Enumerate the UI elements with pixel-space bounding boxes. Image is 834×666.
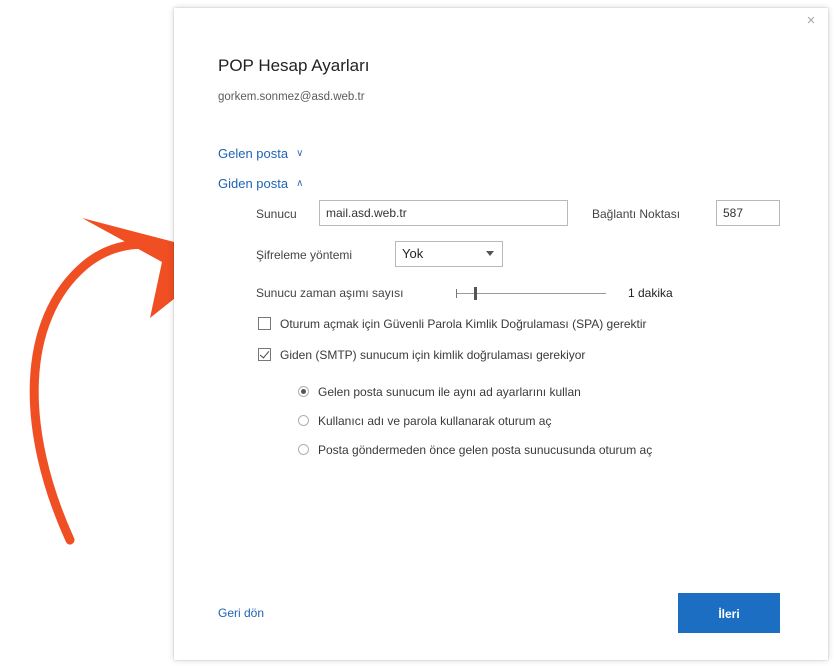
chevron-up-icon: ∧ xyxy=(296,178,304,189)
timeout-value: 1 dakika xyxy=(628,286,673,300)
encryption-selected-value: Yok xyxy=(402,246,424,261)
slider-start-tick xyxy=(456,289,457,298)
page: × POP Hesap Ayarları gorkem.sonmez@asd.w… xyxy=(0,0,834,666)
close-icon[interactable]: × xyxy=(804,13,818,28)
auth-option-username-password-radio[interactable] xyxy=(298,415,309,426)
encryption-label: Şifreleme yöntemi xyxy=(256,248,353,262)
spa-checkbox[interactable] xyxy=(258,317,271,330)
next-button[interactable]: İleri xyxy=(678,593,780,633)
timeout-slider-thumb[interactable] xyxy=(474,287,477,300)
auth-option-same-settings-radio[interactable] xyxy=(298,386,309,397)
smtp-auth-checkbox[interactable] xyxy=(258,348,271,361)
encryption-select[interactable]: Yok xyxy=(395,241,503,267)
spa-label: Oturum açmak için Güvenli Parola Kimlik … xyxy=(280,317,647,331)
timeout-label: Sunucu zaman aşımı sayısı xyxy=(256,286,404,300)
port-input[interactable] xyxy=(716,200,780,226)
outgoing-mail-label: Giden posta xyxy=(218,176,289,191)
server-input[interactable] xyxy=(319,200,568,226)
incoming-mail-toggle[interactable]: Gelen posta ∨ xyxy=(218,146,303,161)
account-email: gorkem.sonmez@asd.web.tr xyxy=(218,91,365,103)
auth-option-incoming-before-send-label: Posta göndermeden önce gelen posta sunuc… xyxy=(318,443,653,457)
smtp-auth-label: Giden (SMTP) sunucum için kimlik doğrula… xyxy=(280,348,586,362)
dialog-title: POP Hesap Ayarları xyxy=(218,56,370,75)
auth-option-incoming-before-send-radio[interactable] xyxy=(298,444,309,455)
timeout-slider[interactable] xyxy=(456,287,606,300)
server-label: Sunucu xyxy=(256,207,297,221)
incoming-mail-label: Gelen posta xyxy=(218,146,289,161)
annotation-arrow-curve xyxy=(29,239,200,545)
outgoing-mail-toggle[interactable]: Giden posta ∧ xyxy=(218,176,303,191)
chevron-down-icon: ∨ xyxy=(296,148,304,159)
back-link[interactable]: Geri dön xyxy=(218,606,264,620)
dropdown-caret-icon xyxy=(486,251,494,256)
auth-option-username-password-label: Kullanıcı adı ve parola kullanarak oturu… xyxy=(318,414,552,428)
port-label: Bağlantı Noktası xyxy=(592,207,681,221)
pop-account-settings-dialog: × POP Hesap Ayarları gorkem.sonmez@asd.w… xyxy=(174,8,828,660)
auth-option-same-settings-label: Gelen posta sunucum ile aynı ad ayarları… xyxy=(318,385,581,399)
